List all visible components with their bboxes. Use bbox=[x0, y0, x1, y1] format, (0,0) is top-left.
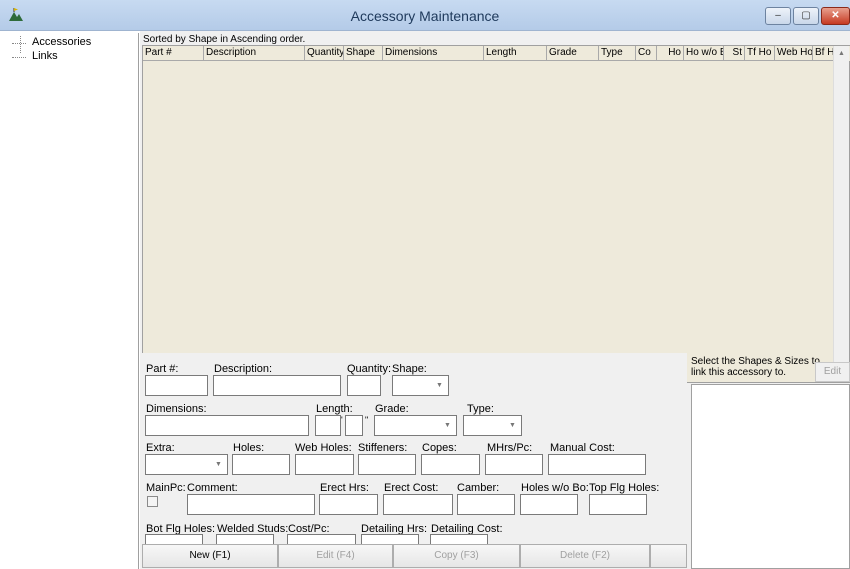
main-panel: Sorted by Shape in Ascending order. Part… bbox=[140, 31, 850, 569]
holes-wo-bo-label: Holes w/o Bo: bbox=[521, 482, 589, 494]
column-header-type[interactable]: Type bbox=[599, 46, 636, 61]
mainpc-label: MainPc: bbox=[146, 482, 186, 494]
minimize-button[interactable]: ‒ bbox=[765, 7, 791, 25]
maximize-button[interactable]: ▢ bbox=[793, 7, 819, 25]
column-header-ho[interactable]: Ho bbox=[657, 46, 684, 61]
description-input[interactable] bbox=[213, 375, 341, 396]
mainpc-checkbox[interactable] bbox=[147, 496, 158, 507]
dimensions-input[interactable] bbox=[145, 415, 309, 436]
erect-cost-label: Erect Cost: bbox=[384, 482, 439, 494]
description-label: Description: bbox=[214, 363, 273, 375]
edit-button[interactable]: Edit (F4) bbox=[278, 544, 393, 568]
inches-mark: " bbox=[365, 415, 369, 425]
web-holes-input[interactable] bbox=[295, 454, 354, 475]
column-header-quantity[interactable]: Quantity bbox=[305, 46, 344, 61]
camber-input[interactable] bbox=[457, 494, 515, 515]
copes-label: Copes: bbox=[422, 442, 457, 454]
stiffeners-input[interactable] bbox=[358, 454, 416, 475]
delete-button[interactable]: Delete (F2) bbox=[520, 544, 650, 568]
accessory-form: Part #: Description: Quantity: Shape: ▼ … bbox=[142, 353, 687, 555]
erect-cost-input[interactable] bbox=[383, 494, 453, 515]
accessory-grid[interactable]: Part # Description Quantity Shape Dimens… bbox=[142, 45, 850, 383]
sort-status-label: Sorted by Shape in Ascending order. bbox=[143, 34, 306, 45]
column-header-shape[interactable]: Shape bbox=[344, 46, 383, 61]
copes-input[interactable] bbox=[421, 454, 480, 475]
link-edit-button[interactable]: Edit bbox=[815, 362, 850, 382]
feet-mark: ' bbox=[341, 415, 343, 425]
column-header-grade[interactable]: Grade bbox=[547, 46, 599, 61]
length-feet-input[interactable] bbox=[315, 415, 341, 436]
scroll-up-icon[interactable]: ▲ bbox=[834, 46, 849, 61]
window-title: Accessory Maintenance bbox=[350, 8, 500, 24]
column-header-ho-wo-bo[interactable]: Ho w/o Bo bbox=[684, 46, 724, 61]
shape-dropdown[interactable]: ▼ bbox=[392, 375, 449, 396]
type-dropdown[interactable]: ▼ bbox=[463, 415, 522, 436]
manual-cost-input[interactable] bbox=[548, 454, 646, 475]
column-header-web-ho[interactable]: Web Ho bbox=[775, 46, 813, 61]
tree-item-label: Accessories bbox=[32, 36, 92, 48]
action-button-bar: New (F1) Edit (F4) Copy (F3) Delete (F2) bbox=[142, 544, 687, 569]
part-label: Part #: bbox=[146, 363, 179, 375]
top-flg-holes-input[interactable] bbox=[589, 494, 647, 515]
extra-dropdown[interactable]: ▼ bbox=[145, 454, 228, 475]
copy-button[interactable]: Copy (F3) bbox=[393, 544, 520, 568]
chevron-down-icon: ▼ bbox=[444, 422, 451, 429]
stiffeners-label: Stiffeners: bbox=[358, 442, 408, 454]
comment-input[interactable] bbox=[187, 494, 315, 515]
tree-connector-line bbox=[20, 36, 21, 53]
dimensions-label: Dimensions: bbox=[146, 403, 207, 415]
holes-label: Holes: bbox=[233, 442, 265, 454]
grid-vertical-scrollbar[interactable]: ▲ ▼ bbox=[833, 46, 849, 382]
column-header-tf-ho[interactable]: Tf Ho bbox=[745, 46, 775, 61]
close-button[interactable]: ✕ bbox=[821, 7, 850, 25]
erect-hrs-input[interactable] bbox=[319, 494, 378, 515]
grade-dropdown[interactable]: ▼ bbox=[374, 415, 457, 436]
comment-label: Comment: bbox=[187, 482, 238, 494]
top-flg-holes-label: Top Flg Holes: bbox=[589, 482, 660, 494]
column-header-length[interactable]: Length bbox=[484, 46, 547, 61]
holes-wo-bo-input[interactable] bbox=[520, 494, 578, 515]
mhrs-label: MHrs/Pc: bbox=[487, 442, 533, 454]
holes-input[interactable] bbox=[232, 454, 290, 475]
tree-item-label: Links bbox=[32, 50, 58, 62]
column-header-st[interactable]: St bbox=[724, 46, 745, 61]
mhrs-input[interactable] bbox=[485, 454, 543, 475]
part-number-input[interactable] bbox=[145, 375, 208, 396]
web-holes-label: Web Holes: bbox=[295, 442, 352, 454]
chevron-down-icon: ▼ bbox=[436, 382, 443, 389]
grid-header: Part # Description Quantity Shape Dimens… bbox=[143, 46, 850, 61]
quantity-label: Quantity: bbox=[347, 363, 392, 375]
type-label: Type: bbox=[467, 403, 494, 415]
shape-label: Shape: bbox=[392, 363, 427, 375]
grade-label: Grade: bbox=[375, 403, 409, 415]
column-header-dimensions[interactable]: Dimensions bbox=[383, 46, 484, 61]
column-header-description[interactable]: Description bbox=[204, 46, 305, 61]
new-button[interactable]: New (F1) bbox=[142, 544, 278, 568]
column-header-part[interactable]: Part # bbox=[143, 46, 204, 61]
quantity-input[interactable] bbox=[347, 375, 381, 396]
linked-shapes-list[interactable] bbox=[691, 384, 850, 569]
camber-label: Camber: bbox=[457, 482, 500, 494]
chevron-down-icon: ▼ bbox=[215, 461, 222, 468]
extra-label: Extra: bbox=[146, 442, 175, 454]
title-bar: Accessory Maintenance ‒ ▢ ✕ bbox=[0, 0, 850, 31]
column-header-co[interactable]: Co bbox=[636, 46, 657, 61]
chevron-down-icon: ▼ bbox=[509, 422, 516, 429]
manual-cost-label: Manual Cost: bbox=[550, 442, 615, 454]
length-label: Length: bbox=[316, 403, 353, 415]
navigation-tree: Accessories Links bbox=[8, 33, 139, 569]
link-instruction-label: Select the Shapes & Sizes to link this a… bbox=[691, 356, 820, 378]
button-bar-spacer bbox=[650, 544, 687, 568]
erect-hrs-label: Erect Hrs: bbox=[320, 482, 369, 494]
length-inches-input[interactable] bbox=[345, 415, 363, 436]
